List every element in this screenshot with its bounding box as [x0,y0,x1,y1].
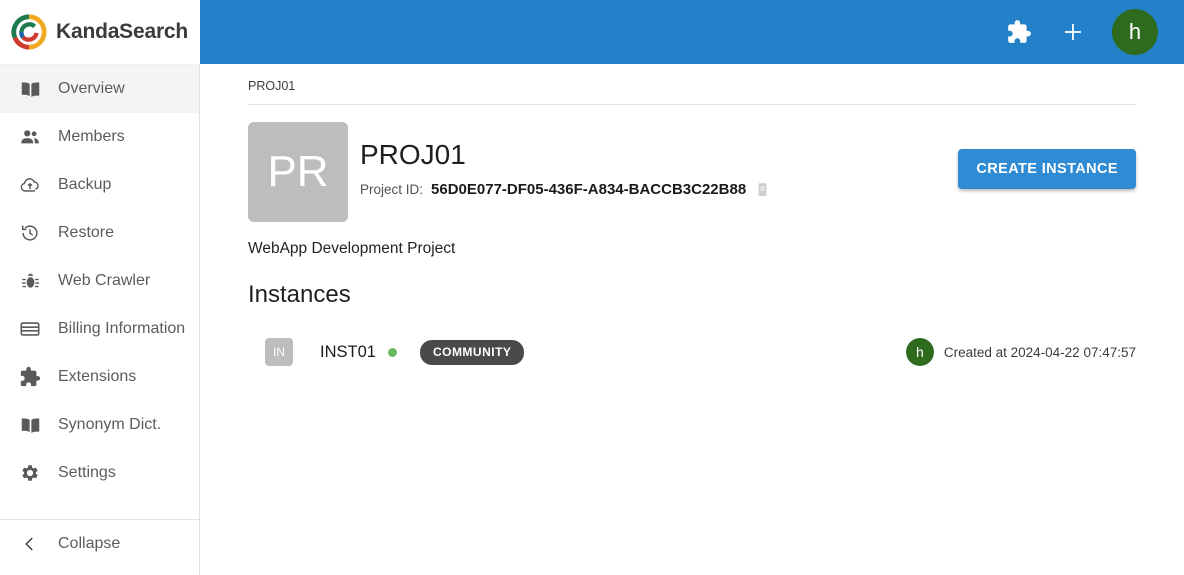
credit-card-icon [18,317,42,341]
instances-heading: Instances [248,281,351,308]
instance-created-text: Created at 2024-04-22 07:47:57 [943,344,1136,360]
open-book-icon [18,413,42,437]
sidebar-item-label: Members [58,128,125,145]
history-restore-icon [18,221,42,245]
puzzle-piece-icon [18,365,42,389]
sidebar-item-label: Restore [58,224,115,241]
sidebar-item-restore[interactable]: Restore [0,209,199,257]
project-header: PR PROJ01 Project ID: 56D0E077-DF05-436F… [248,122,1136,222]
user-avatar-initial: h [1128,19,1142,44]
sidebar-item-label: Web Crawler [58,272,151,289]
sidebar-item-billing-information[interactable]: Billing Information [0,305,199,353]
sidebar-item-label: Billing Information [58,320,186,337]
puzzle-piece-icon[interactable] [992,12,1046,52]
sidebar: Overview Members Backup Restore Web Craw… [0,64,200,575]
status-badge: COMMUNITY [419,339,525,365]
sidebar-item-label: Overview [58,80,125,97]
page-title: PROJ01 [360,139,466,170]
sidebar-item-label: Backup [58,176,112,193]
instance-list-item[interactable]: IN INST01 COMMUNITY h Created at 2024-04… [248,338,1136,366]
project-id-row: Project ID: 56D0E077-DF05-436F-A834-BACC… [360,181,958,198]
kandasearch-app: KandaSearch h Overview Members Backup Re… [0,0,1184,575]
instance-avatar-tile: IN [265,338,293,366]
book-icon [18,77,42,101]
breadcrumb[interactable]: PROJ01 [248,64,1136,93]
people-icon [18,125,42,149]
project-avatar-initials: PR [267,147,329,196]
user-avatar[interactable]: h [1112,9,1158,55]
sidebar-item-label: Settings [58,464,116,481]
main-content: PROJ01 PR PROJ01 Project ID: 56D0E077-DF… [200,64,1184,575]
bug-icon [18,269,42,293]
sidebar-item-members[interactable]: Members [0,113,199,161]
sidebar-item-synonym-dict[interactable]: Synonym Dict. [0,401,199,449]
project-avatar-tile: PR [248,122,348,222]
chevron-left-icon [18,532,42,556]
gear-icon [18,461,42,485]
kandasearch-logo-icon [10,13,48,51]
project-info: PROJ01 Project ID: 56D0E077-DF05-436F-A8… [360,122,958,198]
sidebar-collapse-button[interactable]: Collapse [0,520,199,568]
clipboard-copy-icon[interactable] [754,181,771,198]
brand-name: KandaSearch [56,20,189,43]
topbar-actions: h [992,9,1184,55]
top-bar: h [200,0,1184,64]
brand-logo[interactable]: KandaSearch [0,0,200,64]
project-id-label: Project ID: [360,182,424,197]
instance-owner-avatar[interactable]: h [905,338,934,366]
sidebar-item-overview[interactable]: Overview [0,65,199,113]
instance-owner-initial: h [915,344,924,360]
cloud-upload-icon [18,173,42,197]
sidebar-collapse-label: Collapse [58,535,121,552]
breadcrumb-divider [248,104,1136,105]
project-id-value: 56D0E077-DF05-436F-A834-BACCB3C22B88 [431,181,747,198]
sidebar-item-label: Synonym Dict. [58,416,162,433]
sidebar-item-label: Extensions [58,368,137,385]
sidebar-item-settings[interactable]: Settings [0,449,199,497]
instance-name-link[interactable]: INST01 [320,343,376,362]
status-indicator-dot [387,347,397,357]
instance-meta: h Created at 2024-04-22 07:47:57 [905,338,1136,366]
project-description: WebApp Development Project [248,240,456,257]
plus-icon[interactable] [1046,12,1100,52]
instance-avatar-initials: IN [273,345,285,359]
sidebar-item-extensions[interactable]: Extensions [0,353,199,401]
create-instance-button[interactable]: CREATE INSTANCE [958,149,1136,189]
sidebar-item-web-crawler[interactable]: Web Crawler [0,257,199,305]
sidebar-item-backup[interactable]: Backup [0,161,199,209]
